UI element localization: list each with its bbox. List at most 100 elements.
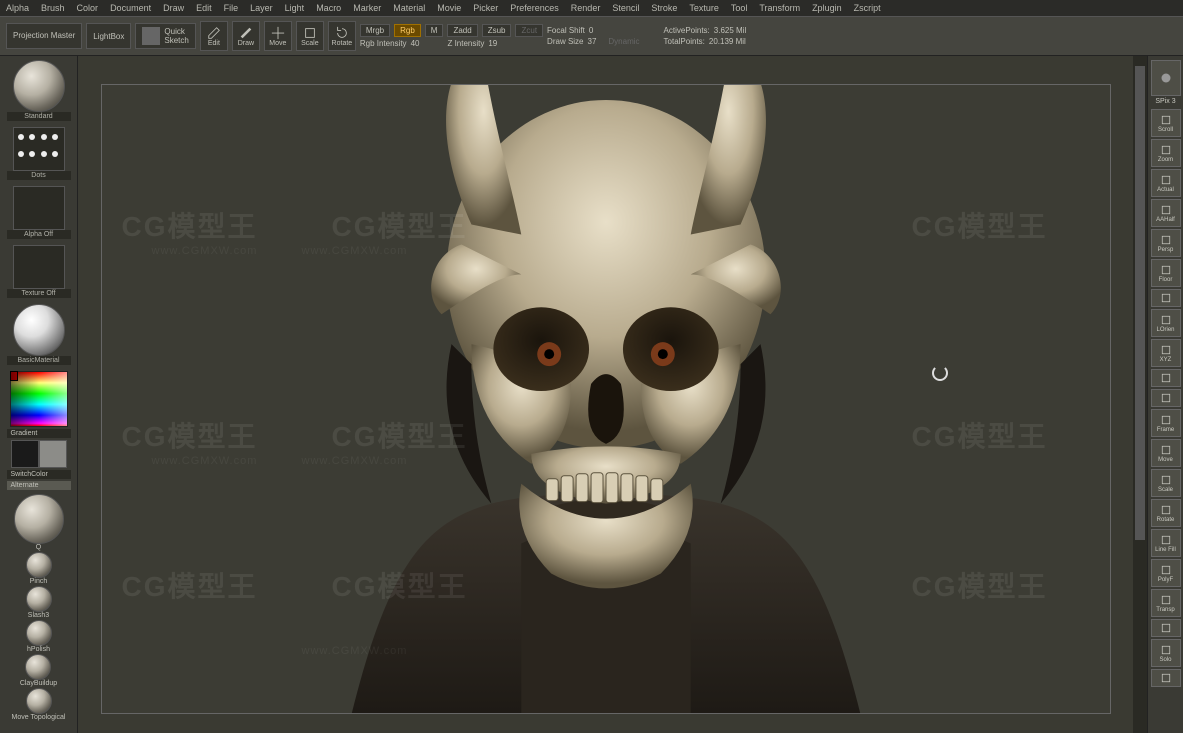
brush-list-label: Slash3 bbox=[28, 612, 49, 619]
rotate-button[interactable]: Rotate bbox=[328, 21, 356, 51]
quick-brush-slash3[interactable]: Slash3 bbox=[26, 586, 52, 619]
menu-render[interactable]: Render bbox=[571, 3, 601, 13]
menu-tool[interactable]: Tool bbox=[731, 3, 748, 13]
quick-sketch-button[interactable]: Quick Sketch bbox=[135, 23, 195, 49]
menu-edit[interactable]: Edit bbox=[196, 3, 212, 13]
menu-zplugin[interactable]: Zplugin bbox=[812, 3, 842, 13]
menu-texture[interactable]: Texture bbox=[689, 3, 719, 13]
right-solo-button[interactable]: Solo bbox=[1151, 639, 1181, 667]
Transp-icon bbox=[1159, 594, 1173, 606]
focal-value[interactable]: 0 bbox=[589, 26, 593, 35]
gradient-label[interactable]: Gradient bbox=[7, 429, 71, 438]
material-slot[interactable]: BasicMaterial bbox=[7, 304, 71, 365]
dynamic-label[interactable]: Dynamic bbox=[608, 37, 639, 46]
move-button[interactable]: Move bbox=[264, 21, 292, 51]
projection-master-button[interactable]: Projection Master bbox=[6, 23, 82, 49]
right-small-button[interactable] bbox=[1151, 289, 1181, 307]
swatch-secondary[interactable] bbox=[39, 440, 67, 468]
zsub-chip[interactable]: Zsub bbox=[482, 24, 512, 37]
menu-macro[interactable]: Macro bbox=[316, 3, 341, 13]
right-floor-button[interactable]: Floor bbox=[1151, 259, 1181, 287]
right-polyf-button[interactable]: PolyF bbox=[1151, 559, 1181, 587]
menu-movie[interactable]: Movie bbox=[437, 3, 461, 13]
menu-picker[interactable]: Picker bbox=[473, 3, 498, 13]
stroke-slot[interactable]: Dots bbox=[7, 127, 71, 180]
right-small-button[interactable] bbox=[1151, 369, 1181, 387]
quick-brush-move-topological[interactable]: Move Topological bbox=[12, 688, 66, 721]
right-xyz-button[interactable]: XYZ bbox=[1151, 339, 1181, 367]
right-button-label: Solo bbox=[1159, 657, 1171, 663]
right-small-button[interactable] bbox=[1151, 619, 1181, 637]
menu-zscript[interactable]: Zscript bbox=[854, 3, 881, 13]
right-small-button[interactable] bbox=[1151, 389, 1181, 407]
menu-stencil[interactable]: Stencil bbox=[612, 3, 639, 13]
right-zoom-button[interactable]: Zoom bbox=[1151, 139, 1181, 167]
stroke-dots-icon bbox=[13, 127, 65, 171]
menu-light[interactable]: Light bbox=[285, 3, 305, 13]
viewport[interactable]: CG模型王 CG模型王 CG模型王 CG模型王 CG模型王 CG模型王 CG模型… bbox=[101, 84, 1111, 714]
m-chip[interactable]: M bbox=[425, 24, 444, 37]
right-transp-button[interactable]: Transp bbox=[1151, 589, 1181, 617]
right-persp-button[interactable]: Persp bbox=[1151, 229, 1181, 257]
brush-slot[interactable]: Standard bbox=[7, 60, 71, 121]
scale-button[interactable]: Scale bbox=[296, 21, 324, 51]
texture-preview-icon bbox=[13, 245, 65, 289]
drawsize-value[interactable]: 37 bbox=[588, 37, 597, 46]
menu-file[interactable]: File bbox=[224, 3, 239, 13]
lightbox-button[interactable]: LightBox bbox=[86, 23, 131, 49]
menu-brush[interactable]: Brush bbox=[41, 3, 65, 13]
zcut-chip[interactable]: Zcut bbox=[515, 24, 543, 37]
menu-color[interactable]: Color bbox=[77, 3, 99, 13]
right-frame-button[interactable]: Frame bbox=[1151, 409, 1181, 437]
color-picker[interactable] bbox=[10, 371, 68, 427]
menu-marker[interactable]: Marker bbox=[353, 3, 381, 13]
right-scroll-button[interactable]: Scroll bbox=[1151, 109, 1181, 137]
draw-button[interactable]: Draw bbox=[232, 21, 260, 51]
right-aahalf-button[interactable]: AAHalf bbox=[1151, 199, 1181, 227]
menu-preferences[interactable]: Preferences bbox=[510, 3, 559, 13]
edit-button[interactable]: Edit bbox=[200, 21, 228, 51]
menu-material[interactable]: Material bbox=[393, 3, 425, 13]
mrgb-chip[interactable]: Mrgb bbox=[360, 24, 390, 37]
texture-label: Texture Off bbox=[7, 289, 71, 298]
menu-draw[interactable]: Draw bbox=[163, 3, 184, 13]
switchcolor-button[interactable]: SwitchColor bbox=[7, 470, 71, 479]
quick-brush-q[interactable]: Q bbox=[14, 494, 64, 551]
right-small-button[interactable] bbox=[1151, 669, 1181, 687]
AAHalf-icon bbox=[1159, 204, 1173, 216]
bpr-button[interactable] bbox=[1151, 60, 1181, 96]
right-lorien-button[interactable]: LOrien bbox=[1151, 309, 1181, 337]
right-line-fill-button[interactable]: Line Fill bbox=[1151, 529, 1181, 557]
vertical-scrollbar[interactable] bbox=[1133, 56, 1147, 733]
right-rotate-button[interactable]: Rotate bbox=[1151, 499, 1181, 527]
gradient-swatches[interactable] bbox=[11, 440, 67, 468]
LOrien-icon bbox=[1159, 314, 1173, 326]
rgb-intensity-value[interactable]: 40 bbox=[411, 39, 420, 48]
right-move-button[interactable]: Move bbox=[1151, 439, 1181, 467]
alpha-slot[interactable]: Alpha Off bbox=[7, 186, 71, 239]
right-button-label: Floor bbox=[1159, 277, 1173, 283]
zadd-chip[interactable]: Zadd bbox=[447, 24, 477, 37]
canvas-area: CG模型王 CG模型王 CG模型王 CG模型王 CG模型王 CG模型王 CG模型… bbox=[78, 56, 1133, 733]
activepoints-value: 3.625 Mil bbox=[714, 26, 746, 35]
model-render bbox=[102, 85, 1110, 713]
quick-brush-hpolish[interactable]: hPolish bbox=[26, 620, 52, 653]
alternate-button[interactable]: Alternate bbox=[7, 481, 71, 490]
z-intensity-value[interactable]: 19 bbox=[488, 39, 497, 48]
menu-layer[interactable]: Layer bbox=[250, 3, 273, 13]
quick-brush-pinch[interactable]: Pinch bbox=[26, 552, 52, 585]
points-params: ActivePoints: 3.625 Mil TotalPoints: 20.… bbox=[664, 26, 747, 46]
right-scale-button[interactable]: Scale bbox=[1151, 469, 1181, 497]
menu-document[interactable]: Document bbox=[110, 3, 151, 13]
quick-brush-claybuildup[interactable]: ClayBuildup bbox=[20, 654, 57, 687]
right-actual-button[interactable]: Actual bbox=[1151, 169, 1181, 197]
scroll-thumb[interactable] bbox=[1135, 66, 1145, 540]
menu-transform[interactable]: Transform bbox=[759, 3, 800, 13]
menu-stroke[interactable]: Stroke bbox=[651, 3, 677, 13]
swatch-main[interactable] bbox=[11, 440, 39, 468]
texture-slot[interactable]: Texture Off bbox=[7, 245, 71, 298]
rgb-chip[interactable]: Rgb bbox=[394, 24, 421, 37]
menu-alpha[interactable]: Alpha bbox=[6, 3, 29, 13]
spix-label[interactable]: SPix 3 bbox=[1155, 98, 1175, 105]
brush-list-label: Pinch bbox=[30, 578, 48, 585]
